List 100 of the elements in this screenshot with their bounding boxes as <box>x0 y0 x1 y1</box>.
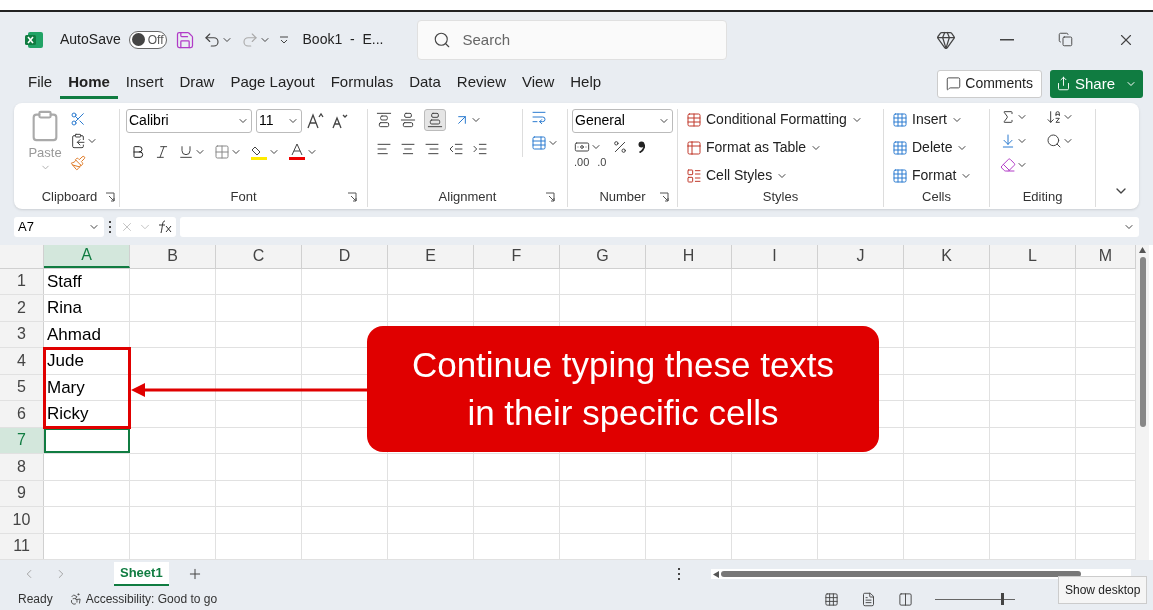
callout-text: Continue typing these texts in their specific cells <box>367 326 879 452</box>
dialog-launcher-icon[interactable] <box>347 191 357 202</box>
ribbon-tab[interactable]: Home <box>60 68 118 99</box>
tooltip: Show desktop <box>1058 576 1148 604</box>
row-header[interactable]: 4 <box>0 348 44 374</box>
styles-menu-button[interactable]: Conditional Formatting <box>686 108 875 131</box>
increase-decimal-button[interactable]: .00 <box>574 156 590 168</box>
row-header[interactable]: 9 <box>0 480 44 507</box>
ribbon-tab[interactable]: Review <box>448 68 515 99</box>
slider-thumb[interactable] <box>1001 593 1004 606</box>
column-header[interactable]: I <box>732 244 818 268</box>
comma-style-icon[interactable] <box>638 140 645 153</box>
horizontal-scrollbar[interactable] <box>711 569 1131 580</box>
accessibility-status[interactable]: Accessibility: Good to go <box>68 590 218 609</box>
share-icon <box>1055 76 1071 92</box>
table-style-icon <box>686 111 702 128</box>
underline-icon <box>178 143 194 160</box>
borders-icon <box>214 143 230 160</box>
vertical-scrollbar[interactable] <box>1136 244 1149 561</box>
table-cell[interactable]: Jude <box>44 348 130 374</box>
ribbon-tab[interactable]: Formulas <box>322 68 402 99</box>
cells-menu-button[interactable]: Format <box>892 164 981 187</box>
merge-icon <box>531 134 547 151</box>
column-header[interactable]: E <box>388 244 474 268</box>
decrease-decimal-button[interactable]: .0 <box>597 156 607 168</box>
minimize-icon[interactable] <box>1000 38 1014 41</box>
undo-icon <box>202 30 221 49</box>
scroll-up-icon[interactable] <box>1139 246 1146 253</box>
more-options-icon[interactable] <box>677 568 681 581</box>
share-button[interactable]: Share <box>1049 69 1143 98</box>
function-icon[interactable] <box>156 219 172 234</box>
row-header[interactable]: 8 <box>0 454 44 480</box>
top-align-icon <box>376 111 392 128</box>
styles-menu-button[interactable]: Format as Table <box>686 136 875 159</box>
increase-font-icon[interactable] <box>306 111 326 130</box>
search-field[interactable]: Search <box>417 19 728 60</box>
column-header[interactable]: L <box>990 244 1076 268</box>
column-header[interactable]: G <box>560 244 646 268</box>
styles-menu-button[interactable]: Cell Styles <box>686 164 875 187</box>
ribbon-tab[interactable]: Help <box>562 68 610 99</box>
page-break-icon <box>898 591 913 607</box>
percent-icon <box>612 138 628 155</box>
dialog-launcher-icon[interactable] <box>659 191 669 202</box>
number-format-dropdown[interactable]: General <box>572 108 673 133</box>
search-icon <box>433 30 452 49</box>
bottom-align-button[interactable] <box>424 108 446 131</box>
table-cell[interactable]: Ahmad <box>44 321 130 348</box>
ribbon-tab[interactable]: Page Layout <box>222 68 323 99</box>
scroll-left-icon[interactable] <box>713 570 719 578</box>
dialog-launcher-icon[interactable] <box>545 191 555 202</box>
zoom-slider[interactable] <box>935 593 1015 606</box>
comments-button[interactable]: Comments <box>937 69 1042 98</box>
column-header[interactable]: F <box>474 244 560 268</box>
column-header[interactable]: B <box>130 244 216 268</box>
customize-toolbar-icon[interactable] <box>278 34 289 45</box>
row-header[interactable]: 3 <box>0 321 44 348</box>
column-header[interactable]: D <box>302 244 388 268</box>
column-header[interactable]: C <box>216 244 302 268</box>
row-header[interactable]: 6 <box>0 401 44 427</box>
sum-icon <box>1000 108 1016 125</box>
row-header[interactable]: 11 <box>0 533 44 560</box>
table-cell[interactable]: Staff <box>44 268 130 295</box>
row-header[interactable]: 5 <box>0 374 44 401</box>
table-cell[interactable]: Ricky <box>44 401 130 427</box>
more-options-icon[interactable] <box>108 220 112 233</box>
column-header[interactable]: A <box>44 244 130 268</box>
font-size-dropdown[interactable]: 11 <box>256 108 302 133</box>
ribbon-tab[interactable]: Data <box>401 68 449 99</box>
cells-icon <box>892 111 908 128</box>
row-header[interactable]: 10 <box>0 507 44 533</box>
scissors-icon <box>70 110 86 127</box>
copy-icon <box>70 132 86 149</box>
row-header[interactable]: 7 <box>0 427 44 454</box>
cells-menu-button[interactable]: Delete <box>892 136 981 159</box>
column-header[interactable]: H <box>646 244 732 268</box>
font-name-dropdown[interactable]: Calibri <box>126 108 252 133</box>
brush-icon <box>70 154 86 171</box>
column-header[interactable]: K <box>904 244 990 268</box>
font-color-icon[interactable] <box>288 142 306 161</box>
ribbon-tab[interactable]: File <box>20 68 61 99</box>
row-header[interactable]: 1 <box>0 268 44 295</box>
ribbon-tab[interactable]: Draw <box>171 68 223 99</box>
sheet-tab[interactable]: Sheet1 <box>114 562 169 587</box>
ribbon-tab[interactable]: Insert <box>117 68 172 99</box>
row-header[interactable]: 2 <box>0 295 44 321</box>
ribbon-tab[interactable]: View <box>514 68 563 99</box>
bold-icon <box>130 143 146 160</box>
cells-icon <box>892 167 908 184</box>
column-header[interactable]: J <box>818 244 904 268</box>
name-box[interactable]: A7 <box>14 216 104 237</box>
table-cell[interactable] <box>44 427 130 454</box>
bottom-align-icon <box>427 111 443 128</box>
table-cell[interactable]: Rina <box>44 295 130 321</box>
page-layout-icon <box>861 591 876 607</box>
excel-logo-icon[interactable] <box>24 29 44 50</box>
cells-menu-button[interactable]: Insert <box>892 108 981 131</box>
autosave-toggle[interactable]: Off <box>128 30 167 49</box>
formula-input[interactable] <box>180 216 1139 237</box>
dialog-launcher-icon[interactable] <box>105 191 115 202</box>
table-cell[interactable]: Mary <box>44 374 130 401</box>
